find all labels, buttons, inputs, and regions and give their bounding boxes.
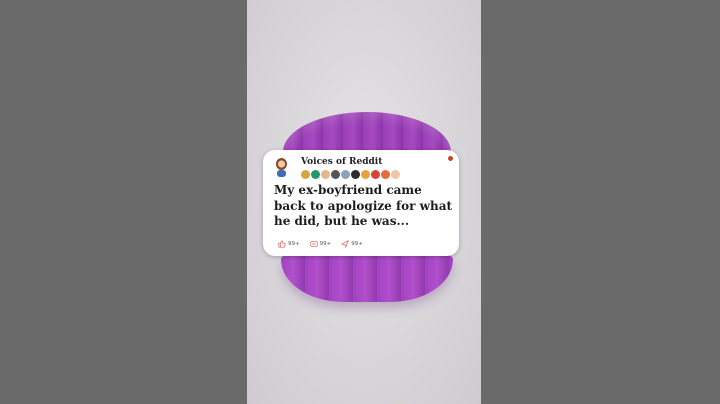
share-icon (341, 240, 350, 248)
post-actions: 99+ 99+ 99+ (278, 240, 363, 248)
slime-bottom (281, 250, 453, 302)
channel-name: Voices of Reddit (301, 157, 383, 167)
award-badge-8-icon (371, 170, 380, 179)
award-badge-3-icon (321, 170, 330, 179)
comment-icon (310, 241, 318, 247)
upvote-action[interactable]: 99+ (278, 240, 300, 248)
avatar-icon (276, 158, 287, 177)
award-badge-9-icon (381, 170, 390, 179)
share-count: 99+ (351, 241, 363, 247)
award-badge-10-icon (391, 170, 400, 179)
award-badges (301, 170, 400, 179)
award-badge-1-icon (301, 170, 310, 179)
share-action[interactable]: 99+ (341, 240, 363, 248)
letterbox-right (481, 0, 720, 404)
award-badge-2-icon (311, 170, 320, 179)
award-badge-7-icon (361, 170, 370, 179)
letterbox-left (0, 0, 247, 404)
award-badge-4-icon (331, 170, 340, 179)
upvote-count: 99+ (288, 241, 300, 247)
reddit-post-card: Voices of Reddit My ex-boyfriend came ba… (263, 150, 459, 256)
notification-dot (448, 156, 453, 161)
comment-action[interactable]: 99+ (310, 240, 332, 248)
comment-count: 99+ (319, 241, 332, 247)
award-badge-5-icon (341, 170, 350, 179)
post-title: My ex-boyfriend came back to apologize f… (274, 183, 453, 228)
award-badge-6-icon (351, 170, 360, 179)
thumbs-up-icon (278, 240, 286, 248)
